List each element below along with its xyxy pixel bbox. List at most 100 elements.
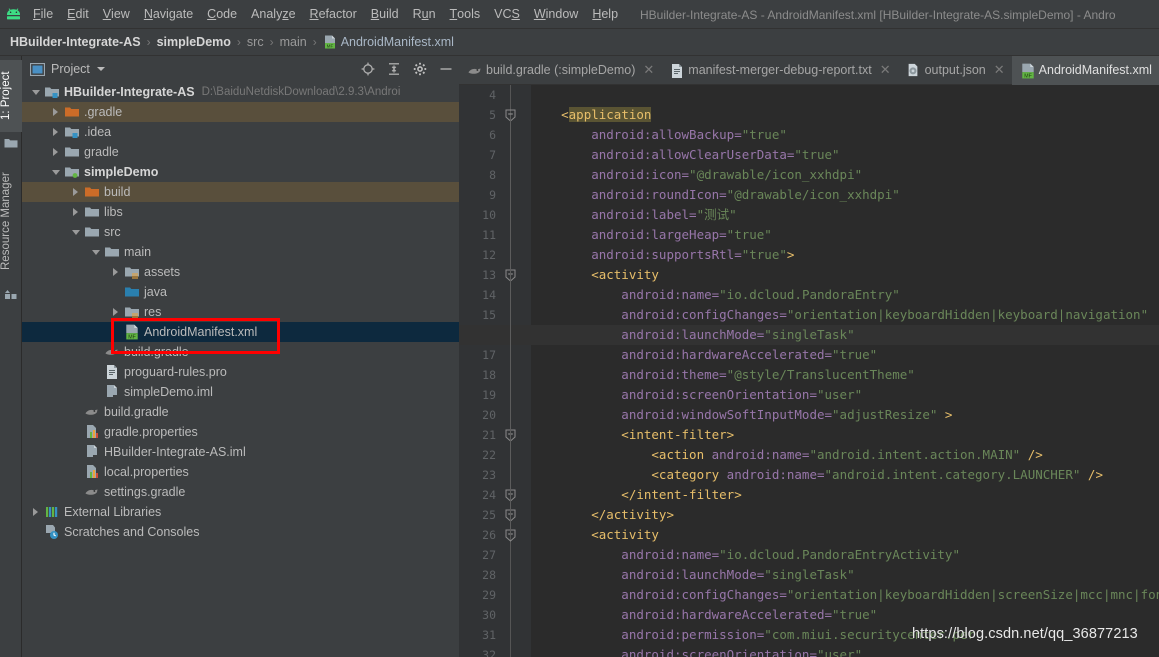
hide-panel-icon[interactable] — [438, 62, 453, 77]
menu-build[interactable]: Build — [364, 0, 406, 29]
line-number: 27 — [459, 545, 496, 565]
chevron-down-icon[interactable] — [97, 67, 105, 71]
collapse-arrow-icon[interactable] — [70, 227, 81, 238]
tree-item--idea[interactable]: .idea — [22, 122, 459, 142]
code-line: android:configChanges="orientation|keybo… — [531, 305, 1148, 325]
tree-item-settings-gradle[interactable]: settings.gradle — [22, 482, 459, 502]
tree-item-simpledemo[interactable]: simpleDemo — [22, 162, 459, 182]
code-line: android:screenOrientation="user" — [531, 645, 862, 657]
menu-code[interactable]: Code — [200, 0, 244, 29]
project-tree[interactable]: HBuilder-Integrate-ASD:\BaiduNetdiskDown… — [22, 82, 459, 657]
menu-view[interactable]: View — [96, 0, 137, 29]
tree-item-build[interactable]: build — [22, 182, 459, 202]
menu-window[interactable]: Window — [527, 0, 585, 29]
breadcrumb-item-androidmanifest-xml[interactable]: MFAndroidManifest.xml — [323, 35, 454, 49]
tree-item-hbuilder-integrate-as[interactable]: HBuilder-Integrate-ASD:\BaiduNetdiskDown… — [22, 82, 459, 102]
editor-tab-build-gradle---simpledemo-[interactable]: build.gradle (:simpleDemo)✕ — [459, 56, 661, 85]
editor-gutter[interactable]: 4567891011121314151617181920212223242526… — [459, 85, 531, 657]
no-arrow-spacer — [70, 467, 81, 478]
tree-item--gradle[interactable]: .gradle — [22, 102, 459, 122]
close-icon[interactable]: ✕ — [994, 62, 1005, 78]
tree-item-build-gradle[interactable]: build.gradle — [22, 342, 459, 362]
expand-arrow-icon[interactable] — [50, 147, 61, 158]
collapse-arrow-icon[interactable] — [90, 247, 101, 258]
code-token-st: "singleTask" — [764, 327, 854, 342]
tree-item-local-properties[interactable]: local.properties — [22, 462, 459, 482]
code-token-at: android:launchMode= — [531, 327, 764, 342]
menu-vcs[interactable]: VCS — [487, 0, 527, 29]
tree-item-scratches-and-consoles[interactable]: Scratches and Consoles — [22, 522, 459, 542]
line-number: 20 — [459, 405, 496, 425]
tree-item-libs[interactable]: libs — [22, 202, 459, 222]
menu-help[interactable]: Help — [585, 0, 625, 29]
tool-tab-resource-manager[interactable]: Resource Manager — [0, 160, 22, 282]
tree-item-res[interactable]: res — [22, 302, 459, 322]
expand-arrow-icon[interactable] — [110, 307, 121, 318]
code-token-tg: </activity> — [531, 507, 674, 522]
menu-navigate[interactable]: Navigate — [137, 0, 200, 29]
tree-item-androidmanifest-xml[interactable]: MFAndroidManifest.xml — [22, 322, 459, 342]
code-token-at: android:hardwareAccelerated= — [531, 347, 832, 362]
menu-refactor[interactable]: Refactor — [303, 0, 364, 29]
breadcrumb-item-simpledemo[interactable]: simpleDemo — [157, 35, 231, 49]
editor-tab-androidmanifest-xml[interactable]: MFAndroidManifest.xml — [1012, 56, 1159, 85]
manifest-file-icon: MF — [124, 324, 140, 340]
expand-arrow-icon[interactable] — [30, 507, 41, 518]
tree-item-simpledemo-iml[interactable]: simpleDemo.iml — [22, 382, 459, 402]
tree-item-gradle-properties[interactable]: gradle.properties — [22, 422, 459, 442]
no-arrow-spacer — [70, 427, 81, 438]
locate-icon[interactable] — [360, 62, 375, 77]
code-token-st: "true" — [794, 147, 839, 162]
code-content[interactable]: <application android:allowBackup="true" … — [531, 85, 1159, 657]
tool-tab-project[interactable]: 1: Project — [0, 60, 22, 132]
expand-arrow-icon[interactable] — [50, 107, 61, 118]
collapse-arrow-icon[interactable] — [50, 167, 61, 178]
editor-tab-output-json[interactable]: output.json✕ — [898, 56, 1012, 85]
expand-arrow-icon[interactable] — [50, 127, 61, 138]
editor-tab-bar[interactable]: build.gradle (:simpleDemo)✕manifest-merg… — [459, 56, 1159, 85]
tree-item-src[interactable]: src — [22, 222, 459, 242]
tree-item-gradle[interactable]: gradle — [22, 142, 459, 162]
breadcrumb-item-src[interactable]: src — [247, 35, 264, 49]
code-token-tg: <action — [531, 447, 712, 462]
breadcrumb: HBuilder-Integrate-AS›simpleDemo›src›mai… — [0, 29, 1159, 56]
tree-item-label: libs — [104, 205, 123, 219]
menu-file[interactable]: File — [26, 0, 60, 29]
code-token-tg: </intent-filter> — [531, 487, 742, 502]
tree-item-hbuilder-integrate-as-iml[interactable]: HBuilder-Integrate-AS.iml — [22, 442, 459, 462]
close-icon[interactable]: ✕ — [643, 62, 654, 78]
editor-tab-manifest-merger-debug-report-txt[interactable]: manifest-merger-debug-report.txt✕ — [661, 56, 897, 85]
tree-item-assets[interactable]: assets — [22, 262, 459, 282]
breadcrumb-item-hbuilder-integrate-as[interactable]: HBuilder-Integrate-AS — [10, 35, 141, 49]
resource-manager-icon — [4, 288, 18, 300]
breadcrumb-item-main[interactable]: main — [280, 35, 307, 49]
collapse-arrow-icon[interactable] — [30, 87, 41, 98]
line-number: 7 — [459, 145, 496, 165]
tree-item-build-gradle[interactable]: build.gradle — [22, 402, 459, 422]
collapse-all-icon[interactable] — [386, 62, 401, 77]
line-number: 9 — [459, 185, 496, 205]
menu-analyze[interactable]: Analyze — [244, 0, 302, 29]
line-number: 21 — [459, 425, 496, 445]
menu-tools[interactable]: Tools — [443, 0, 488, 29]
tree-item-proguard-rules-pro[interactable]: proguard-rules.pro — [22, 362, 459, 382]
settings-gear-icon[interactable] — [412, 62, 427, 77]
tree-item-external-libraries[interactable]: External Libraries — [22, 502, 459, 522]
menu-run[interactable]: Run — [406, 0, 443, 29]
line-number: 17 — [459, 345, 496, 365]
code-token-at: android:name= — [727, 467, 825, 482]
no-arrow-spacer — [90, 367, 101, 378]
expand-arrow-icon[interactable] — [70, 187, 81, 198]
menu-edit[interactable]: Edit — [60, 0, 96, 29]
code-editor[interactable]: 4567891011121314151617181920212223242526… — [459, 85, 1159, 657]
expand-arrow-icon[interactable] — [70, 207, 81, 218]
expand-arrow-icon[interactable] — [110, 267, 121, 278]
iml-file-icon — [84, 444, 100, 460]
line-number: 24 — [459, 485, 496, 505]
tree-item-java[interactable]: java — [22, 282, 459, 302]
code-token-st: "true" — [832, 607, 877, 622]
tree-item-main[interactable]: main — [22, 242, 459, 262]
code-line: <intent-filter> — [531, 425, 734, 445]
close-icon[interactable]: ✕ — [880, 62, 891, 78]
code-token-st: "android.intent.action.MAIN" — [809, 447, 1020, 462]
